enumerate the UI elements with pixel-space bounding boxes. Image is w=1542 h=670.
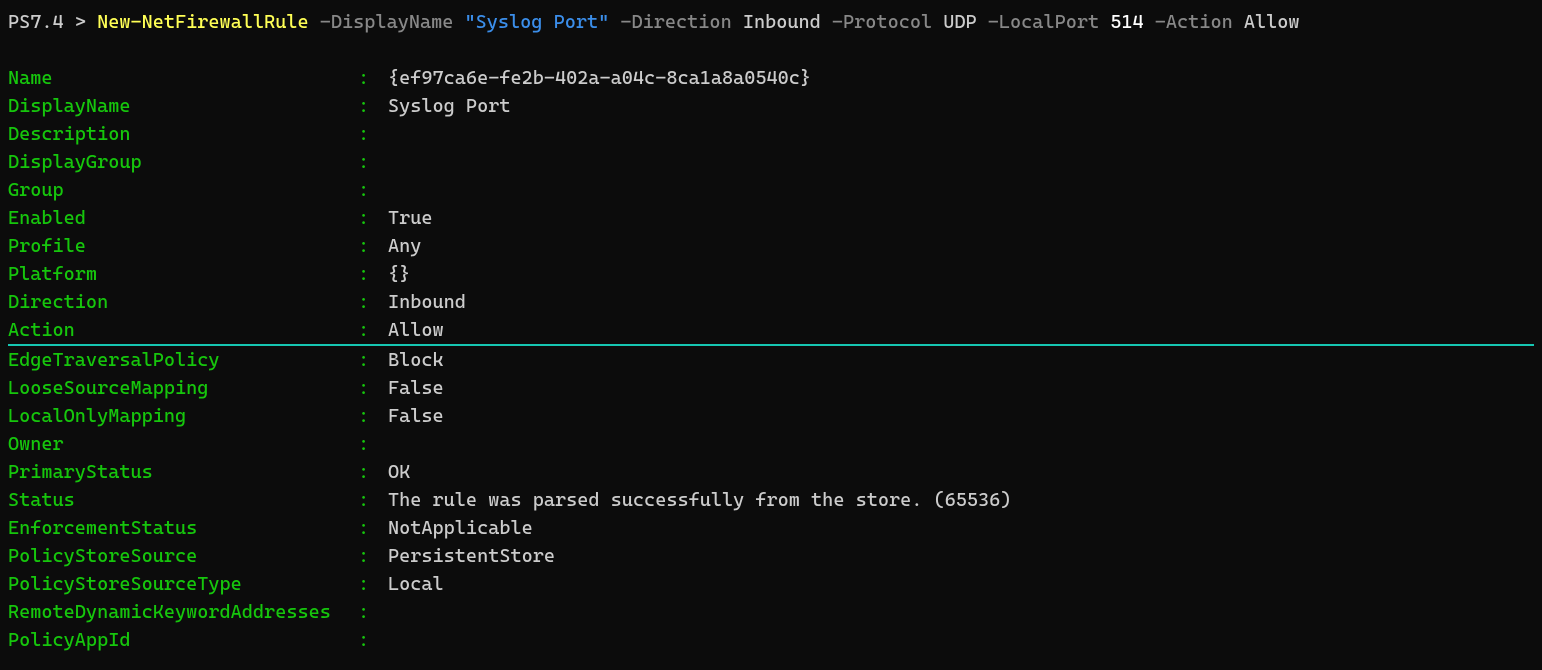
output-colon: : <box>358 570 378 598</box>
param-flag: -Protocol <box>821 11 943 33</box>
output-colon: : <box>358 204 378 232</box>
output-value: Allow <box>378 316 444 344</box>
output-row: Enabled:True <box>8 204 1534 232</box>
output-colon: : <box>358 374 378 402</box>
command-line[interactable]: PS7.4 > New-NetFirewallRule -DisplayName… <box>8 8 1534 36</box>
param-flag: -DisplayName <box>320 11 465 33</box>
output-value: {} <box>378 260 410 288</box>
output-row: Description: <box>8 120 1534 148</box>
output-row: Group: <box>8 176 1534 204</box>
output-key: Status <box>8 486 358 514</box>
param-value: Inbound <box>743 11 821 33</box>
output-row: PrimaryStatus:OK <box>8 458 1534 486</box>
output-key: Profile <box>8 232 358 260</box>
output-key: Direction <box>8 288 358 316</box>
output-row: LooseSourceMapping:False <box>8 374 1534 402</box>
output-value: Any <box>378 232 421 260</box>
output-row: DisplayName:Syslog Port <box>8 92 1534 120</box>
param-flag: -Action <box>1144 11 1244 33</box>
cmdlet-name: New-NetFirewallRule <box>97 11 309 33</box>
output-key: DisplayGroup <box>8 148 358 176</box>
output-colon: : <box>358 148 378 176</box>
output-key: Action <box>8 316 358 344</box>
output-colon: : <box>358 542 378 570</box>
output-key: PrimaryStatus <box>8 458 358 486</box>
output-key: PolicyAppId <box>8 626 358 654</box>
param-flag: -LocalPort <box>977 11 1111 33</box>
output-value <box>378 626 388 654</box>
output-value <box>378 148 388 176</box>
output-value: OK <box>378 458 410 486</box>
output-colon: : <box>358 402 378 430</box>
output-key: LooseSourceMapping <box>8 374 358 402</box>
shell-version: PS7.4 <box>8 11 64 33</box>
output-row: Action:Allow <box>8 316 1534 346</box>
output-key: PolicyStoreSource <box>8 542 358 570</box>
output-row: PolicyAppId: <box>8 626 1534 654</box>
output-row: Profile:Any <box>8 232 1534 260</box>
output-colon: : <box>358 176 378 204</box>
output-key: Enabled <box>8 204 358 232</box>
output-key: Description <box>8 120 358 148</box>
output-key: EdgeTraversalPolicy <box>8 346 358 374</box>
output-row: Name:{ef97ca6e-fe2b-402a-a04c-8ca1a8a054… <box>8 64 1534 92</box>
output-row: PolicyStoreSource:PersistentStore <box>8 542 1534 570</box>
output-row: RemoteDynamicKeywordAddresses: <box>8 598 1534 626</box>
param-value: UDP <box>943 11 976 33</box>
output-row: Platform:{} <box>8 260 1534 288</box>
output-colon: : <box>358 316 378 344</box>
output-key: Owner <box>8 430 358 458</box>
output-colon: : <box>358 486 378 514</box>
output-row: Status:The rule was parsed successfully … <box>8 486 1534 514</box>
output-row: LocalOnlyMapping:False <box>8 402 1534 430</box>
output-value: Inbound <box>378 288 466 316</box>
param-value: "Syslog Port" <box>465 11 610 33</box>
output-colon: : <box>358 626 378 654</box>
output-value <box>378 430 388 458</box>
output-row: Owner: <box>8 430 1534 458</box>
output-colon: : <box>358 288 378 316</box>
output-value: Local <box>378 570 444 598</box>
output-colon: : <box>358 232 378 260</box>
output-value: The rule was parsed successfully from th… <box>378 486 1011 514</box>
output-colon: : <box>358 514 378 542</box>
prompt-separator: > <box>75 11 86 33</box>
output-value: True <box>378 204 433 232</box>
output-key: PolicyStoreSourceType <box>8 570 358 598</box>
param-value: 514 <box>1110 11 1143 33</box>
output-value: False <box>378 374 444 402</box>
output-row: DisplayGroup: <box>8 148 1534 176</box>
param-flag: -Direction <box>609 11 743 33</box>
output-key: EnforcementStatus <box>8 514 358 542</box>
output-colon: : <box>358 430 378 458</box>
output-row: PolicyStoreSourceType:Local <box>8 570 1534 598</box>
output-key: DisplayName <box>8 92 358 120</box>
output-value <box>378 120 388 148</box>
output-value: Block <box>378 346 444 374</box>
output-row: EnforcementStatus:NotApplicable <box>8 514 1534 542</box>
command-output: Name:{ef97ca6e-fe2b-402a-a04c-8ca1a8a054… <box>8 64 1534 654</box>
output-colon: : <box>358 64 378 92</box>
output-value: NotApplicable <box>378 514 533 542</box>
output-colon: : <box>358 260 378 288</box>
output-key: Platform <box>8 260 358 288</box>
output-value: {ef97ca6e-fe2b-402a-a04c-8ca1a8a0540c} <box>378 64 811 92</box>
output-key: Name <box>8 64 358 92</box>
output-row: Direction:Inbound <box>8 288 1534 316</box>
output-colon: : <box>358 458 378 486</box>
output-key: LocalOnlyMapping <box>8 402 358 430</box>
output-value: Syslog Port <box>378 92 510 120</box>
output-colon: : <box>358 346 378 374</box>
output-value <box>378 176 388 204</box>
param-value: Allow <box>1244 11 1300 33</box>
output-value <box>378 598 388 626</box>
output-row: EdgeTraversalPolicy:Block <box>8 346 1534 374</box>
output-colon: : <box>358 120 378 148</box>
output-key: Group <box>8 176 358 204</box>
output-key: RemoteDynamicKeywordAddresses: <box>8 598 378 626</box>
output-value: PersistentStore <box>378 542 555 570</box>
output-value: False <box>378 402 444 430</box>
output-colon: : <box>358 92 378 120</box>
